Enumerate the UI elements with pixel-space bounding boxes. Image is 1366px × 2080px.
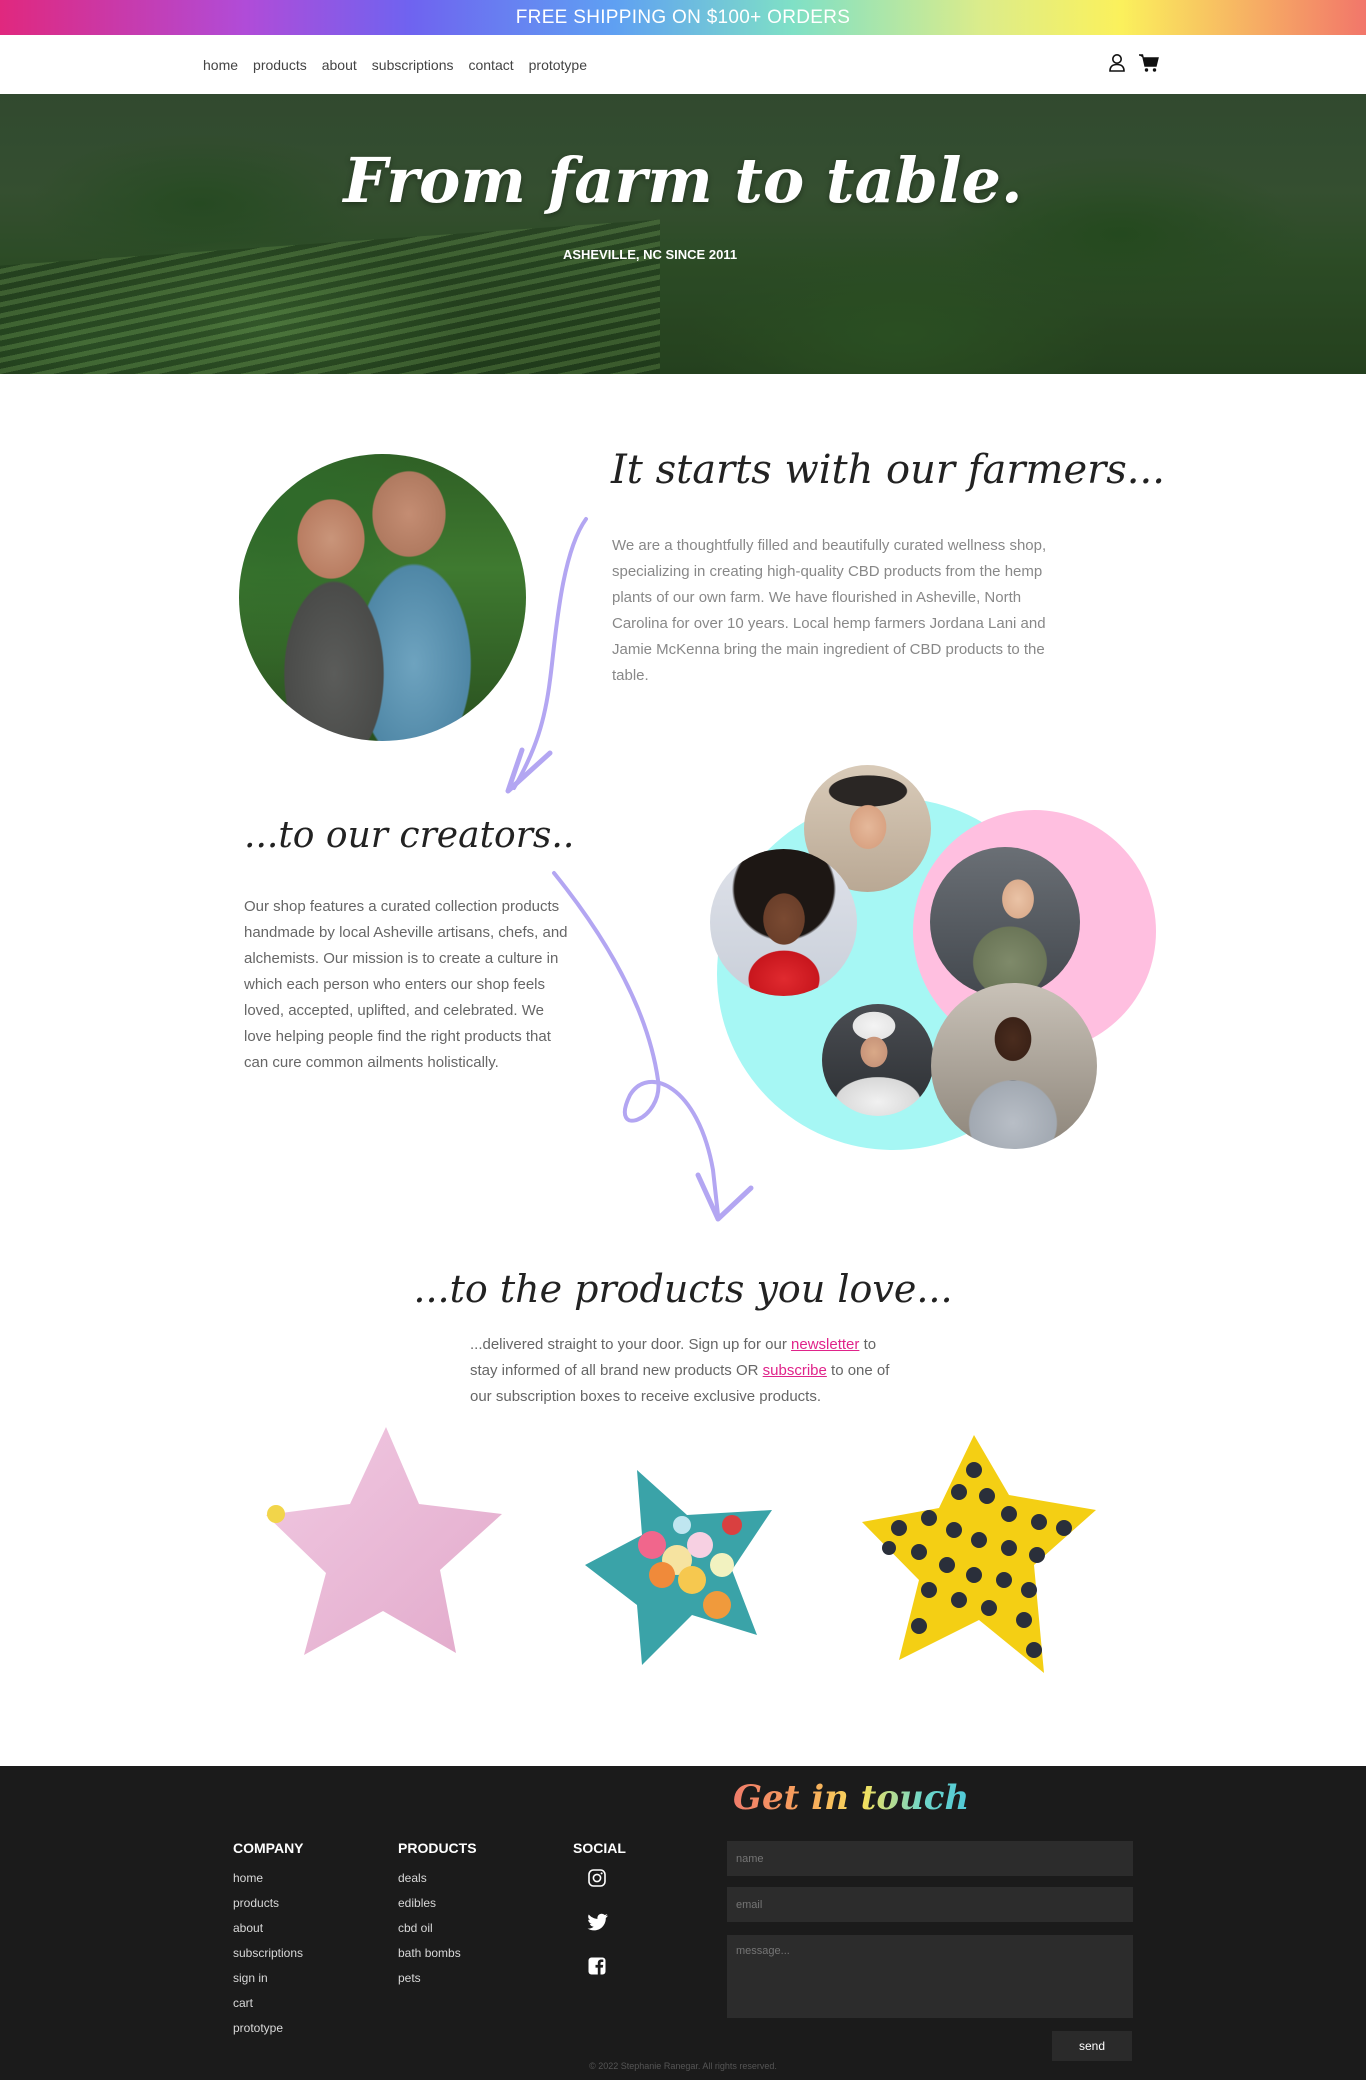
email-field[interactable] [727, 1887, 1133, 1922]
promo-banner: FREE SHIPPING ON $100+ ORDERS [0, 0, 1366, 35]
facebook-icon[interactable] [587, 1956, 607, 1976]
nav-icons [1106, 52, 1160, 74]
creator-photo-woman-red-top [710, 849, 857, 996]
user-icon[interactable] [1106, 52, 1128, 74]
farmers-description: We are a thoughtfully filled and beautif… [612, 537, 1047, 684]
message-field[interactable] [727, 1935, 1133, 2018]
nav-link-subscriptions[interactable]: subscriptions [372, 57, 454, 73]
footer-link-deals[interactable]: deals [398, 1866, 477, 1891]
footer-link-sign-in[interactable]: sign in [233, 1966, 304, 1991]
creator-photo-chef [822, 1004, 934, 1116]
nav-links: home products about subscriptions contac… [203, 35, 587, 94]
products-heading: ...to the products you love... [413, 1267, 953, 1311]
product-star-edibles[interactable] [582, 1465, 777, 1670]
footer-products-heading: PRODUCTS [398, 1840, 477, 1856]
newsletter-link[interactable]: newsletter [791, 1336, 859, 1353]
footer-link-edibles[interactable]: edibles [398, 1891, 477, 1916]
products-description: ...delivered straight to your door. Sign… [470, 1336, 890, 1405]
footer-link-products[interactable]: products [233, 1891, 304, 1916]
footer-link-about[interactable]: about [233, 1916, 304, 1941]
farmers-heading: It starts with our farmers... [611, 447, 1165, 493]
nav-link-contact[interactable]: contact [468, 57, 513, 73]
footer-products-column: PRODUCTS deals edibles cbd oil bath bomb… [398, 1840, 477, 1991]
hero-title: From farm to table. [343, 144, 1023, 217]
footer-link-pets[interactable]: pets [398, 1966, 477, 1991]
footer-link-bath-bombs[interactable]: bath bombs [398, 1941, 477, 1966]
instagram-icon[interactable] [587, 1868, 607, 1888]
name-field[interactable] [727, 1841, 1133, 1876]
hero-subtitle: ASHEVILLE, NC SINCE 2011 [562, 247, 738, 262]
creators-description: Our shop features a curated collection p… [244, 898, 568, 1071]
footer-link-cbd-oil[interactable]: cbd oil [398, 1916, 477, 1941]
creator-photo-alchemist [930, 847, 1080, 997]
farmers-photo [239, 454, 526, 741]
social-icons [573, 1868, 626, 1976]
arrow-to-creators [505, 517, 588, 794]
contact-heading: Get in touch [733, 1778, 970, 1818]
footer-link-prototype[interactable]: prototype [233, 2016, 304, 2041]
footer-link-subscriptions[interactable]: subscriptions [233, 1941, 304, 1966]
subscribe-link[interactable]: subscribe [763, 1362, 827, 1379]
footer-social-column: SOCIAL [573, 1840, 626, 1976]
footer-company-column: COMPANY home products about subscription… [233, 1840, 304, 2041]
site-footer [0, 1766, 1366, 2080]
twitter-icon[interactable] [587, 1912, 608, 1932]
copyright-text: © 2022 Stephanie Ranegar. All rights res… [589, 2061, 777, 2071]
product-star-blueberries[interactable] [859, 1430, 1097, 1678]
footer-company-heading: COMPANY [233, 1840, 304, 1856]
nav-link-home[interactable]: home [203, 57, 238, 73]
footer-social-heading: SOCIAL [573, 1840, 626, 1856]
footer-link-cart[interactable]: cart [233, 1991, 304, 2016]
send-button[interactable]: send [1052, 2031, 1132, 2061]
hero-banner: From farm to table. ASHEVILLE, NC SINCE … [0, 94, 1366, 374]
nav-link-prototype[interactable]: prototype [529, 57, 587, 73]
creator-photo-man-apron [931, 983, 1097, 1149]
cart-icon[interactable] [1138, 52, 1160, 74]
footer-link-home[interactable]: home [233, 1866, 304, 1891]
creators-heading: ...to our creators.. [244, 815, 575, 856]
nav-link-products[interactable]: products [253, 57, 307, 73]
main-nav: home products about subscriptions contac… [0, 35, 1366, 94]
product-star-bath-bomb[interactable] [262, 1424, 504, 1659]
nav-link-about[interactable]: about [322, 57, 357, 73]
